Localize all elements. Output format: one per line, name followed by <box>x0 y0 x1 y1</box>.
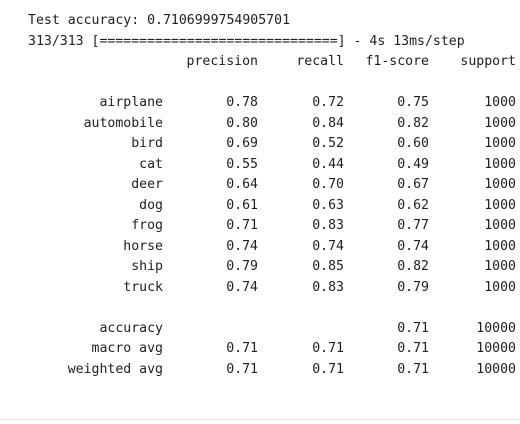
row-recall: 0.44 <box>312 156 344 172</box>
row-label: accuracy <box>99 320 163 336</box>
row-precision: 0.74 <box>226 238 258 254</box>
row-recall: 0.70 <box>312 177 344 192</box>
row-f1-score: 0.71 <box>397 320 429 336</box>
row-support: 1000 <box>484 136 516 151</box>
test-accuracy-line: Test accuracy: 0.7106999754905701 <box>28 13 291 28</box>
row-recall: 0.71 <box>312 361 344 377</box>
row-support: 1000 <box>484 177 516 192</box>
row-support: 10000 <box>476 341 516 356</box>
row-precision: 0.79 <box>226 259 258 274</box>
weighted-avg-row: weighted avg 0.71 0.71 0.71 10000 <box>28 360 516 381</box>
row-recall: 0.63 <box>312 197 344 213</box>
row-recall: 0.84 <box>312 115 344 131</box>
row-label: automobile <box>83 115 163 131</box>
row-precision: 0.74 <box>226 279 258 295</box>
header-f1-score: f1-score <box>365 54 429 69</box>
header-recall: recall <box>296 54 344 69</box>
row-support: 1000 <box>484 115 516 131</box>
row-label: macro avg <box>91 341 163 356</box>
row-f1-score: 0.79 <box>397 279 429 295</box>
row-support: 1000 <box>484 218 516 233</box>
row-precision: 0.64 <box>226 177 258 192</box>
row-f1-score: 0.62 <box>397 197 429 213</box>
row-f1-score: 0.60 <box>397 136 429 151</box>
class-row: truck 0.74 0.83 0.79 1000 <box>28 278 516 299</box>
row-recall: 0.83 <box>312 218 344 233</box>
output-bottom-divider <box>0 419 520 420</box>
row-support: 1000 <box>484 279 516 295</box>
row-f1-score: 0.71 <box>397 341 429 356</box>
row-label: truck <box>123 279 163 295</box>
class-row: cat 0.55 0.44 0.49 1000 <box>28 155 516 176</box>
row-precision: 0.78 <box>226 95 258 110</box>
row-f1-score: 0.77 <box>397 218 429 233</box>
row-label: horse <box>123 238 163 254</box>
row-support: 1000 <box>484 238 516 254</box>
class-row: horse 0.74 0.74 0.74 1000 <box>28 237 516 258</box>
row-precision: 0.55 <box>226 156 258 172</box>
row-support: 1000 <box>484 156 516 172</box>
row-recall: 0.71 <box>312 341 344 356</box>
row-f1-score: 0.75 <box>397 95 429 110</box>
row-label: airplane <box>99 95 163 110</box>
cell-output: Test accuracy: 0.7106999754905701 313/31… <box>28 11 516 380</box>
row-recall: 0.83 <box>312 279 344 295</box>
row-label: deer <box>131 177 163 192</box>
row-support: 10000 <box>476 361 516 377</box>
row-label: bird <box>131 136 163 151</box>
progress-line: 313/313 [==============================]… <box>28 33 465 49</box>
macro-avg-row: macro avg 0.71 0.71 0.71 10000 <box>28 339 516 360</box>
report-header-row: precision recall f1-score support <box>28 52 516 73</box>
row-label: ship <box>131 259 163 274</box>
header-precision: precision <box>186 54 258 69</box>
row-precision: 0.69 <box>226 136 258 151</box>
class-rows: airplane 0.78 0.72 0.75 1000 automobile 0.80 0.… <box>28 93 516 298</box>
row-recall: 0.74 <box>312 238 344 254</box>
row-label: cat <box>139 156 163 172</box>
row-label: dog <box>139 197 163 213</box>
row-label: frog <box>131 218 163 233</box>
row-support: 1000 <box>484 259 516 274</box>
row-precision: 0.80 <box>226 115 258 131</box>
class-row: deer 0.64 0.70 0.67 1000 <box>28 175 516 196</box>
row-support: 10000 <box>476 320 516 336</box>
row-recall: 0.52 <box>312 136 344 151</box>
row-f1-score: 0.82 <box>397 115 429 131</box>
accuracy-row: accuracy 0.71 10000 <box>28 319 516 340</box>
row-support: 1000 <box>484 95 516 110</box>
row-f1-score: 0.74 <box>397 238 429 254</box>
row-support: 1000 <box>484 197 516 213</box>
row-f1-score: 0.71 <box>397 361 429 377</box>
row-recall: 0.72 <box>312 95 344 110</box>
row-precision: 0.71 <box>226 361 258 377</box>
row-recall: 0.85 <box>312 259 344 274</box>
class-row: bird 0.69 0.52 0.60 1000 <box>28 134 516 155</box>
row-f1-score: 0.67 <box>397 177 429 192</box>
header-support: support <box>460 54 516 69</box>
class-row: ship 0.79 0.85 0.82 1000 <box>28 257 516 278</box>
class-row: automobile 0.80 0.84 0.82 1000 <box>28 114 516 135</box>
row-precision: 0.61 <box>226 197 258 213</box>
row-f1-score: 0.49 <box>397 156 429 172</box>
row-precision: 0.71 <box>226 218 258 233</box>
row-f1-score: 0.82 <box>397 259 429 274</box>
class-row: airplane 0.78 0.72 0.75 1000 <box>28 93 516 114</box>
class-row: dog 0.61 0.63 0.62 1000 <box>28 196 516 217</box>
row-label: weighted avg <box>67 361 163 377</box>
row-precision: 0.71 <box>226 341 258 356</box>
class-row: frog 0.71 0.83 0.77 1000 <box>28 216 516 237</box>
